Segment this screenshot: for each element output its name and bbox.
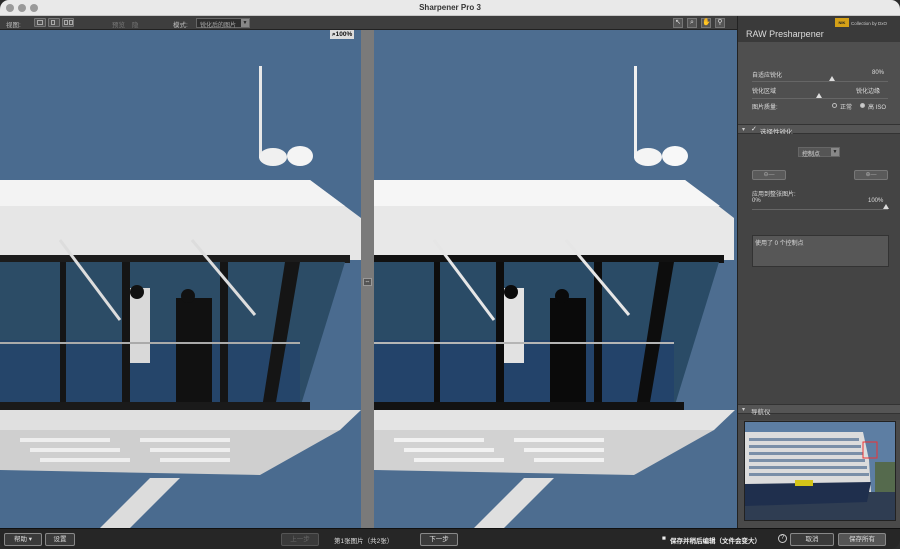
cancel-button[interactable]: 取消 [790,533,834,546]
quality-high-iso-radio[interactable] [860,103,865,108]
save-and-edit-later-label[interactable]: 保存并稍后编辑（文件会变大） [670,535,761,545]
view-label: 视图: [6,22,21,29]
navigator-thumbnail[interactable] [744,421,896,521]
chevron-down-icon: ▼ [831,148,839,156]
navigator-title: 导航仪 [751,409,771,416]
add-positive-control-point-button[interactable]: ⊕— [854,170,888,180]
window-title: Sharpener Pro 3 [419,3,481,12]
sharpened-image-pane[interactable] [374,30,737,528]
app-window: Sharpener Pro 3 视图: 预览 隐 模式: 锐化后的图片 ▼ ↖ … [0,0,900,549]
hide-label: 隐 [132,22,139,29]
adaptive-sharpening-thumb[interactable] [829,76,835,81]
mode-select[interactable]: 锐化后的图片 ▼ [196,18,250,29]
settings-button[interactable]: 设置 [45,533,75,546]
pointer-tool-icon[interactable]: ↖ [673,18,683,28]
cruise-ship-thumbnail [745,422,895,520]
control-point-type-select[interactable]: 控制点 ▼ [798,147,840,158]
adaptive-sharpening-slider[interactable] [752,81,888,82]
zoom-level-indicator[interactable]: ⌕100% [330,30,355,39]
checkmark-icon[interactable]: ✓ [751,125,757,133]
next-button[interactable]: 下一步 [420,533,458,546]
sharpen-balance-thumb[interactable] [816,93,822,98]
original-image-pane[interactable] [0,30,361,528]
adaptive-sharpening-label: 自适应锐化 [752,73,783,79]
selective-sharpening-body: 控制点 ▼ ⊖— ⊕— 应用到整张图片: 0% 100% 重设 删除 [738,134,900,420]
quality-normal-radio[interactable] [832,103,837,108]
zoom-value: 100% [335,31,353,38]
mode-label: 模式: [173,22,188,29]
adaptive-sharpening-value: 80% [872,70,885,76]
help-button[interactable]: 帮助 ▾ [4,533,42,546]
apply-whole-image-slider[interactable] [752,209,888,210]
loupe-tool-icon[interactable]: ⚲ [715,18,725,28]
selective-sharpening-header[interactable]: ▾ ✓ 选择性锐化 [738,124,900,136]
quality-high-iso-label: 高 ISO [868,105,887,111]
hand-tool-icon[interactable]: ✋ [701,18,711,28]
control-points-list[interactable]: 使用了 0 个控制点 [752,235,889,267]
title-bar: Sharpener Pro 3 [0,0,900,16]
brand-label: Collection by DxO [851,21,888,26]
sharpen-balance-slider[interactable] [752,98,888,99]
single-view-button[interactable] [34,18,46,27]
image-quality-label: 图片质量: [752,105,778,111]
expand-triangle-icon: ▾ [742,127,746,133]
viewer-toolbar: 视图: 预览 隐 模式: 锐化后的图片 ▼ ↖ ⌕ ✋ ⚲ [0,16,737,30]
ship-bridge-photo-original [0,30,361,528]
apply-whole-image-thumb[interactable] [883,204,889,209]
save-all-button[interactable]: 保存所有 [838,533,886,546]
help-question-icon[interactable]: ? [778,534,787,543]
control-point-type-value: 控制点 [802,152,821,158]
quality-normal-label: 正常 [840,105,853,111]
navigator-header[interactable]: ▾ 导航仪 [738,404,900,416]
previous-button[interactable]: 上一步 [281,533,319,546]
filter-title: RAW Presharpener [746,29,824,39]
panel-header: NIK Collection by DxO RAW Presharpener [738,16,900,42]
add-negative-control-point-button[interactable]: ⊖— [752,170,786,180]
zoom-tool-icon[interactable]: ⌕ [687,18,697,28]
apply-min-label: 0% [752,198,761,204]
sharpen-edges-label: 锐化边缘 [856,89,881,95]
split-view-button[interactable] [48,18,60,27]
filter-panel: NIK Collection by DxO RAW Presharpener 自… [737,16,900,528]
presharpener-controls: 自适应锐化 80% 锐化区域 锐化边缘 图片质量: 正常 高 ISO [738,42,900,136]
nik-logo: NIK [835,18,849,27]
mode-select-value: 锐化后的图片 [200,23,237,29]
expand-triangle-icon: ▾ [742,407,746,413]
save-edit-checkbox-icon[interactable]: ■ [662,535,666,542]
ship-bridge-photo-sharpened [374,30,737,528]
used-control-points-text: 使用了 0 个控制点 [755,241,804,247]
preview-label: 预览 [112,22,125,29]
divider-handle-icon[interactable]: ⇔ [363,278,372,286]
image-counter: 第1张图片（共2张） [334,538,394,545]
bottom-bar: 帮助 ▾ 设置 上一步 第1张图片（共2张） 下一步 ■ 保存并稍后编辑（文件会… [0,528,900,549]
split-divider[interactable]: ⇔ [361,30,374,528]
apply-whole-image-label: 应用到整张图片: [752,192,796,198]
chevron-down-icon: ▼ [241,19,249,27]
sharpen-areas-label: 锐化区域 [752,89,777,95]
side-by-side-view-button[interactable] [62,18,74,27]
apply-max-label: 100% [868,198,884,204]
